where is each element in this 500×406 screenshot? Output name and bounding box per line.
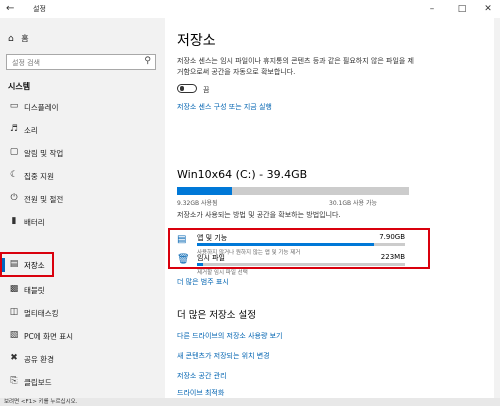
sound-icon: ♬ (9, 124, 19, 134)
sidebar: ⌂ 홈 설정 검색 ⚲ 시스템 ▭ 디스플레이 ♬ 소리 ▢ 알림 및 작업 ☾… (0, 18, 165, 398)
sidebar-item-label: PC에 화면 표시 (24, 332, 74, 341)
sidebar-item-label: 전원 및 절전 (24, 195, 64, 204)
save-location-link[interactable]: 새 콘텐츠가 저장되는 위치 변경 (177, 351, 270, 361)
sidebar-item-label: 멀티태스킹 (24, 309, 59, 318)
status-bar: 보려면 <F1> 키를 누르십시오. (0, 398, 500, 406)
drive-title: Win10x64 (C:) - 39.4GB (177, 168, 308, 181)
other-drives-link[interactable]: 다른 드라이브의 저장소 사용량 보기 (177, 331, 283, 341)
sidebar-storage-highlight (0, 252, 54, 277)
storage-sense-toggle[interactable] (177, 84, 197, 93)
sidebar-item-sound[interactable]: ♬ 소리 (2, 119, 154, 141)
toggle-state-label: 끔 (203, 86, 210, 94)
drive-usage-fill (177, 187, 232, 195)
sidebar-item-label: 소리 (24, 126, 38, 135)
sidebar-item-label: 공유 환경 (24, 355, 54, 364)
sidebar-item-power[interactable]: ⏻ 전원 및 절전 (2, 188, 154, 210)
sidebar-home[interactable]: ⌂ 홈 (8, 33, 29, 44)
battery-icon: ▮ (11, 216, 17, 226)
sidebar-item-label: 태블릿 (24, 286, 45, 295)
settings-window: ← 설정 – □ ✕ ⌂ 홈 설정 검색 ⚲ 시스템 ▭ 디스플레이 ♬ 소리 … (0, 0, 500, 398)
minimize-icon[interactable]: – (420, 2, 444, 16)
tablet-icon: ▩ (9, 284, 19, 294)
storage-sense-description: 저장소 센스는 임시 파일이나 휴지통의 콘텐츠 등과 같은 필요하지 않은 파… (177, 57, 414, 76)
vertical-scrollbar[interactable] (494, 18, 500, 398)
category-sub: 제거할 임시 파일 선택 (197, 270, 248, 276)
more-settings-title: 더 많은 저장소 설정 (177, 310, 256, 321)
sidebar-item-label: 클립보드 (24, 378, 52, 387)
storage-sense-config-link[interactable]: 저장소 센스 구성 또는 지금 실행 (177, 102, 272, 112)
sidebar-item-shared-experience[interactable]: ✖ 공유 환경 (2, 348, 154, 370)
drive-used: 9.32GB 사용됨 (177, 200, 218, 207)
power-icon: ⏻ (10, 193, 18, 203)
sidebar-item-label: 배터리 (24, 218, 45, 227)
sidebar-item-display[interactable]: ▭ 디스플레이 (2, 96, 154, 118)
sidebar-item-project[interactable]: ▧ PC에 화면 표시 (2, 325, 154, 347)
sidebar-item-focus-assist[interactable]: ☾ 집중 지원 (2, 165, 154, 187)
storage-spaces-link[interactable]: 저장소 공간 관리 (177, 371, 227, 381)
maximize-icon[interactable]: □ (450, 2, 474, 16)
sidebar-item-label: 디스플레이 (24, 103, 59, 112)
sidebar-item-battery[interactable]: ▮ 배터리 (2, 211, 154, 233)
drive-usage-bar (177, 187, 409, 195)
project-icon: ▧ (9, 330, 19, 340)
window-title: 설정 (33, 5, 46, 13)
sidebar-item-notifications[interactable]: ▢ 알림 및 작업 (2, 142, 154, 164)
search-icon[interactable]: ⚲ (144, 56, 151, 66)
notification-icon: ▢ (9, 147, 19, 157)
sidebar-home-label: 홈 (21, 34, 29, 43)
more-categories-link[interactable]: 더 많은 범주 표시 (177, 277, 229, 287)
sidebar-item-clipboard[interactable]: ⎘ 클립보드 (2, 371, 154, 393)
sidebar-item-label: 집중 지원 (24, 172, 54, 181)
search-input[interactable]: 설정 검색 ⚲ (6, 54, 156, 70)
back-arrow-icon[interactable]: ← (6, 3, 14, 14)
display-icon: ▭ (9, 101, 19, 111)
page-title: 저장소 (177, 33, 216, 49)
focus-assist-icon: ☾ (9, 170, 19, 180)
drive-info: 저장소가 사용되는 방법 및 공간을 확보하는 방법입니다. (177, 211, 341, 219)
clipboard-icon: ⎘ (10, 376, 18, 386)
sidebar-section-title: 시스템 (8, 82, 31, 91)
sidebar-item-multitasking[interactable]: ◫ 멀티태스킹 (2, 302, 154, 324)
optimize-drives-link[interactable]: 드라이브 최적화 (177, 388, 224, 398)
home-icon: ⌂ (8, 34, 14, 44)
main-content: 저장소 저장소 센스는 임시 파일이나 휴지통의 콘텐츠 등과 같은 필요하지 … (165, 18, 500, 398)
drive-free: 30.1GB 사용 가능 (329, 200, 378, 207)
title-bar: ← 설정 – □ ✕ (0, 0, 500, 18)
shared-experience-icon: ✖ (10, 353, 18, 363)
sidebar-item-tablet[interactable]: ▩ 태블릿 (2, 279, 154, 301)
search-placeholder: 설정 검색 (12, 59, 40, 67)
categories-highlight (168, 228, 430, 269)
close-icon[interactable]: ✕ (476, 2, 500, 16)
multitasking-icon: ◫ (9, 307, 19, 317)
sidebar-item-label: 알림 및 작업 (24, 149, 64, 158)
